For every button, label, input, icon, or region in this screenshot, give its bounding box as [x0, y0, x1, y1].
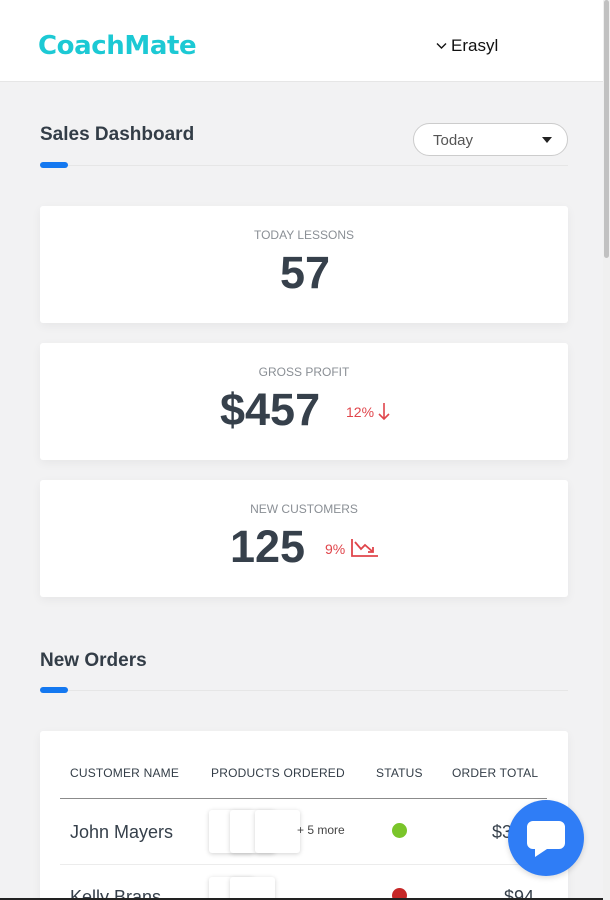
more-products-link[interactable]: + 5 more — [297, 823, 345, 837]
status-indicator — [392, 823, 407, 838]
period-select-value: Today — [433, 132, 474, 149]
section-accent-bar — [40, 162, 68, 168]
stat-label: TODAY LESSONS — [253, 228, 355, 242]
app-logo[interactable]: CoachMate — [38, 31, 197, 61]
stat-value: 125 — [230, 521, 306, 572]
product-thumbnail[interactable] — [230, 877, 275, 900]
customer-name: John Mayers — [70, 822, 174, 842]
section-divider — [40, 690, 568, 691]
section-title-sales-dashboard: Sales Dashboard — [40, 124, 195, 145]
section-divider — [40, 165, 568, 166]
section-title-new-orders: New Orders — [40, 650, 147, 671]
stat-card-gross-profit: GROSS PROFIT $457 12% — [40, 343, 568, 460]
column-header-status[interactable]: STATUS — [376, 766, 423, 780]
user-name: Erasyl — [451, 36, 499, 55]
user-menu[interactable]: Erasyl — [436, 36, 498, 56]
stat-value: $457 — [220, 384, 321, 435]
scroll-thumb[interactable] — [604, 0, 609, 258]
column-header-customer-name[interactable]: CUSTOMER NAME — [70, 766, 179, 780]
chevron-down-icon — [436, 43, 447, 49]
section-accent-bar — [40, 687, 68, 693]
arrow-down-icon — [378, 403, 390, 421]
table-header-divider — [60, 798, 547, 799]
period-select[interactable]: Today — [413, 123, 568, 156]
orders-table: CUSTOMER NAME PRODUCTS ORDERED STATUS OR… — [40, 731, 568, 900]
top-bar: CoachMate Erasyl — [0, 0, 610, 82]
caret-down-icon — [542, 137, 552, 143]
product-thumbnail[interactable] — [255, 810, 300, 853]
trending-down-icon — [351, 539, 378, 557]
page-scrollbar[interactable] — [603, 0, 610, 900]
column-header-order-total[interactable]: ORDER TOTAL — [452, 766, 538, 780]
row-divider — [60, 864, 547, 865]
stat-label: GROSS PROFIT — [258, 365, 350, 379]
stat-card-today-lessons: TODAY LESSONS 57 — [40, 206, 568, 323]
stat-card-new-customers: NEW CUSTOMERS 125 9% — [40, 480, 568, 597]
stat-value: 57 — [280, 247, 331, 298]
stat-change: 9% — [325, 541, 346, 557]
chat-button[interactable] — [508, 800, 584, 876]
stat-change: 12% — [346, 404, 375, 420]
chat-bubble-icon — [527, 821, 565, 857]
column-header-products-ordered[interactable]: PRODUCTS ORDERED — [211, 766, 345, 780]
stat-label: NEW CUSTOMERS — [250, 502, 358, 516]
